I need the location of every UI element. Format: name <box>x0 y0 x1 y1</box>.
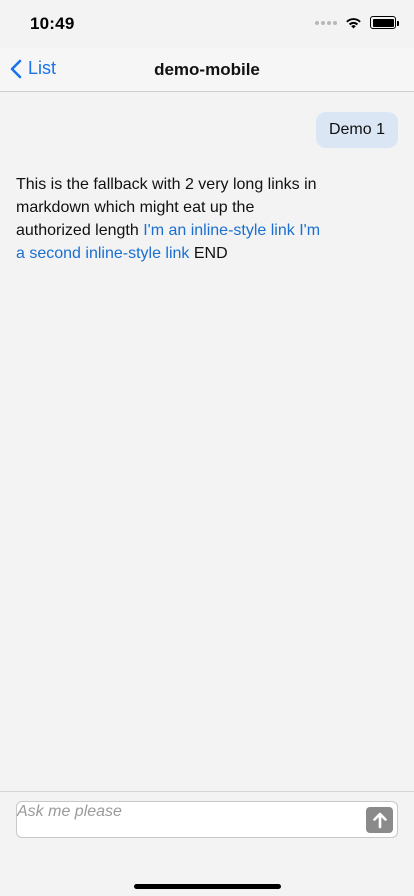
chat-transcript[interactable]: Demo 1 This is the fallback with 2 very … <box>0 93 414 791</box>
user-message-bubble: Demo 1 <box>315 112 398 148</box>
bot-message-end-text: END <box>189 245 228 262</box>
home-indicator[interactable] <box>134 884 281 889</box>
signal-icon <box>315 20 337 25</box>
status-time: 10:49 <box>30 14 75 33</box>
inline-link-1[interactable]: I'm an inline-style link <box>143 222 295 239</box>
wifi-icon <box>345 17 362 29</box>
send-button[interactable] <box>366 807 393 833</box>
arrow-up-icon <box>372 812 387 829</box>
page-title: demo-mobile <box>154 60 260 79</box>
bot-message: This is the fallback with 2 very long li… <box>16 173 326 265</box>
status-bar: 10:49 <box>0 0 414 48</box>
navigation-bar: List demo-mobile <box>0 48 414 92</box>
message-input[interactable] <box>17 802 357 822</box>
battery-icon <box>370 16 399 29</box>
app-screen: 10:49 List demo-mobile Demo 1 This is th… <box>0 0 414 896</box>
message-composer <box>0 791 414 896</box>
status-icons <box>315 16 399 29</box>
message-input-box[interactable] <box>16 801 398 838</box>
